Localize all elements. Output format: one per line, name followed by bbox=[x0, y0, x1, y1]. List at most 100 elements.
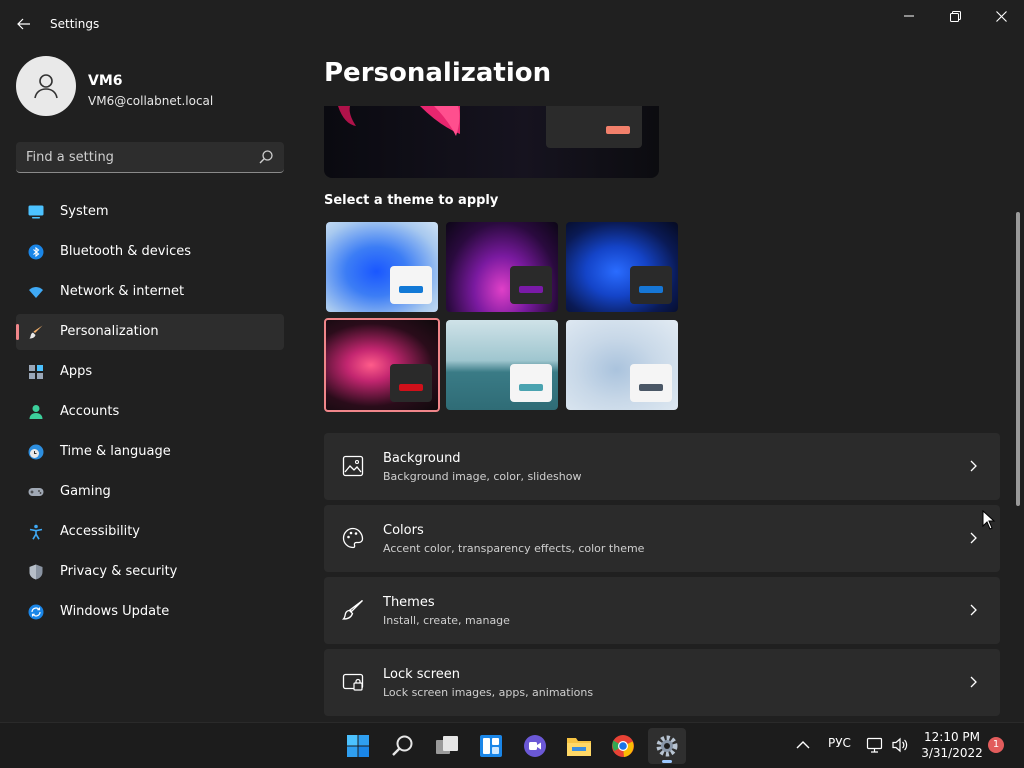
sidebar-item-label: Privacy & security bbox=[60, 564, 178, 579]
sidebar-item-system[interactable]: System bbox=[16, 194, 284, 230]
notification-badge[interactable]: 1 bbox=[988, 737, 1004, 753]
task-view-icon bbox=[436, 736, 458, 754]
colors-card[interactable]: Colors Accent color, transparency effect… bbox=[324, 505, 1000, 572]
bluetooth-icon bbox=[28, 244, 44, 260]
task-view-button[interactable] bbox=[428, 728, 466, 764]
theme-accent-bar bbox=[639, 286, 663, 293]
search-box[interactable] bbox=[16, 142, 284, 173]
page-title: Personalization bbox=[324, 58, 552, 88]
preview-window-mock bbox=[546, 106, 642, 148]
chrome-button[interactable] bbox=[604, 728, 642, 764]
preview-accent-bar bbox=[606, 126, 630, 134]
themes-section-label: Select a theme to apply bbox=[324, 193, 499, 208]
network-icon[interactable] bbox=[866, 736, 884, 754]
vertical-scrollbar[interactable] bbox=[1016, 212, 1020, 506]
chevron-right-icon bbox=[970, 604, 977, 616]
palette-icon bbox=[342, 527, 364, 549]
sidebar-item-gaming[interactable]: Gaming bbox=[16, 474, 284, 510]
theme-tile-sunrise[interactable] bbox=[446, 320, 558, 410]
clock-globe-icon bbox=[28, 444, 44, 460]
widgets-button[interactable] bbox=[472, 728, 510, 764]
clock[interactable]: 12:10 PM 3/31/2022 bbox=[916, 729, 988, 761]
sidebar-item-label: Windows Update bbox=[60, 604, 170, 619]
theme-accent-bar bbox=[639, 384, 663, 391]
person-icon bbox=[34, 74, 58, 99]
gamepad-icon bbox=[28, 488, 44, 496]
avatar bbox=[16, 56, 76, 116]
lock-screen-icon bbox=[342, 673, 364, 691]
wifi-icon bbox=[29, 287, 43, 298]
theme-tile-windows-dark[interactable] bbox=[566, 222, 678, 312]
minimize-icon bbox=[904, 15, 914, 17]
update-icon bbox=[28, 604, 44, 620]
sidebar-item-label: Gaming bbox=[60, 484, 111, 499]
theme-window-mock bbox=[510, 364, 552, 402]
chrome-icon bbox=[612, 735, 634, 757]
clock-date: 3/31/2022 bbox=[921, 746, 983, 760]
theme-tile-captured-motion[interactable] bbox=[324, 318, 440, 412]
sidebar-item-bluetooth[interactable]: Bluetooth & devices bbox=[16, 234, 284, 270]
theme-window-mock bbox=[630, 266, 672, 304]
theme-accent-bar bbox=[519, 286, 543, 293]
language-indicator[interactable]: РУС bbox=[828, 736, 851, 750]
card-title: Themes bbox=[383, 595, 435, 610]
theme-window-mock bbox=[390, 364, 432, 402]
search-input[interactable] bbox=[26, 142, 246, 172]
apps-icon bbox=[29, 365, 43, 379]
background-card[interactable]: Background Background image, color, slid… bbox=[324, 433, 1000, 500]
widgets-icon bbox=[480, 735, 502, 757]
sidebar-item-windows-update[interactable]: Windows Update bbox=[16, 594, 284, 630]
themes-card[interactable]: Themes Install, create, manage bbox=[324, 577, 1000, 644]
chevron-up-icon[interactable] bbox=[796, 740, 810, 750]
start-button[interactable] bbox=[339, 728, 377, 764]
taskbar: РУС 12:10 PM 3/31/2022 1 bbox=[0, 722, 1024, 768]
sidebar-item-accessibility[interactable]: Accessibility bbox=[16, 514, 284, 550]
sidebar-item-label: Bluetooth & devices bbox=[60, 244, 191, 259]
restore-button[interactable] bbox=[932, 0, 978, 32]
volume-icon[interactable] bbox=[891, 736, 909, 754]
chevron-right-icon bbox=[970, 676, 977, 688]
theme-tile-glow[interactable] bbox=[446, 222, 558, 312]
file-explorer-icon bbox=[567, 738, 591, 756]
settings-taskbar-button[interactable] bbox=[648, 728, 686, 764]
sidebar-item-label: Time & language bbox=[60, 444, 171, 459]
sidebar-item-label: System bbox=[60, 204, 109, 219]
sidebar-item-accounts[interactable]: Accounts bbox=[16, 394, 284, 430]
start-icon bbox=[347, 735, 369, 757]
chat-button[interactable] bbox=[516, 728, 554, 764]
theme-window-mock bbox=[390, 266, 432, 304]
close-button[interactable] bbox=[978, 0, 1024, 32]
chevron-right-icon bbox=[970, 460, 977, 472]
theme-grid bbox=[324, 222, 684, 412]
taskbar-search-button[interactable] bbox=[384, 728, 422, 764]
theme-tile-flow[interactable] bbox=[566, 320, 678, 410]
shield-icon bbox=[29, 564, 43, 580]
card-subtitle: Lock screen images, apps, animations bbox=[383, 686, 594, 699]
theme-accent-bar bbox=[519, 384, 543, 391]
user-name: VM6 bbox=[88, 73, 123, 89]
theme-tile-windows-light[interactable] bbox=[326, 222, 438, 312]
theme-accent-bar bbox=[399, 384, 423, 391]
back-button[interactable] bbox=[12, 12, 36, 36]
sidebar-item-label: Accounts bbox=[60, 404, 120, 419]
restore-icon bbox=[949, 10, 961, 22]
sidebar-item-time-language[interactable]: Time & language bbox=[16, 434, 284, 470]
app-title: Settings bbox=[50, 17, 100, 31]
file-explorer-button[interactable] bbox=[560, 728, 598, 764]
sidebar-item-personalization[interactable]: Personalization bbox=[16, 314, 284, 350]
sidebar-item-apps[interactable]: Apps bbox=[16, 354, 284, 390]
theme-window-mock bbox=[630, 364, 672, 402]
user-profile[interactable]: VM6 VM6@collabnet.local bbox=[16, 56, 286, 118]
sidebar-item-network[interactable]: Network & internet bbox=[16, 274, 284, 310]
title-bar: Settings bbox=[0, 0, 1024, 46]
flower-wallpaper-graphic bbox=[338, 106, 460, 136]
minimize-button[interactable] bbox=[886, 0, 932, 32]
back-arrow-icon bbox=[17, 18, 30, 30]
chevron-right-icon bbox=[970, 532, 977, 544]
monitor-icon bbox=[28, 205, 44, 219]
theme-preview bbox=[324, 106, 659, 178]
search-icon bbox=[259, 150, 273, 164]
sidebar-item-privacy[interactable]: Privacy & security bbox=[16, 554, 284, 590]
card-title: Lock screen bbox=[383, 667, 460, 682]
lock-screen-card[interactable]: Lock screen Lock screen images, apps, an… bbox=[324, 649, 1000, 716]
